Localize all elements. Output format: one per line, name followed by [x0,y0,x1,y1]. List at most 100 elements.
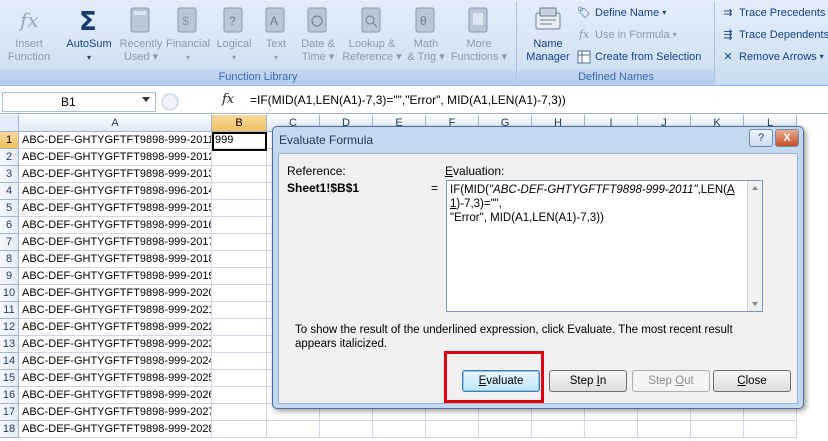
cell-a[interactable]: ABC-DEF-GHTYGFTFT9898-999-2023 [19,336,212,353]
insert-function-fx-button[interactable]: fx [222,92,234,107]
cell[interactable] [212,149,267,166]
trace-dependents-button[interactable]: ⇶ Trace Dependents [720,25,828,45]
cell-a[interactable]: ABC-DEF-GHTYGFTFT9898-999-2025 [19,370,212,387]
cell[interactable] [212,404,267,421]
row-header[interactable]: 1 [0,132,19,149]
cell-a[interactable]: ABC-DEF-GHTYGFTFT9898-999-2028 [19,421,212,438]
dialog-title: Evaluate Formula [279,133,374,147]
autosum-button[interactable]: Σ AutoSum ▾ [62,4,116,64]
create-from-selection-button[interactable]: Create from Selection [576,47,701,67]
cell[interactable] [532,421,585,438]
cell[interactable] [373,421,426,438]
cell-a[interactable]: ABC-DEF-GHTYGFTFT9898-999-2022 [19,319,212,336]
svg-text:fx: fx [18,8,39,32]
remove-arrows-button[interactable]: ✕ Remove Arrows ▾ [720,47,823,67]
cell[interactable] [212,183,267,200]
step-in-button[interactable]: Step In [549,370,627,392]
cell-a[interactable]: ABC-DEF-GHTYGFTFT9898-999-2027 [19,404,212,421]
cell[interactable] [320,421,373,438]
lookup-reference-button[interactable]: Lookup & Reference ▾ [340,4,404,64]
cell[interactable] [212,370,267,387]
row-header[interactable]: 2 [0,149,19,166]
cell-a[interactable]: ABC-DEF-GHTYGFTFT9898-999-2012 [19,149,212,166]
cell[interactable] [212,353,267,370]
cell[interactable] [426,421,479,438]
cell[interactable] [212,234,267,251]
column-header-b[interactable]: B [212,115,267,132]
row-header[interactable]: 13 [0,336,19,353]
cell[interactable] [212,217,267,234]
cell[interactable] [691,421,744,438]
cell-a[interactable]: ABC-DEF-GHTYGFTFT9898-999-2013 [19,166,212,183]
row-header[interactable]: 7 [0,234,19,251]
cell-a[interactable]: ABC-DEF-GHTYGFTFT9898-999-2011 [19,132,212,149]
cell-a[interactable]: ABC-DEF-GHTYGFTFT9898-999-2026 [19,387,212,404]
cell[interactable] [212,200,267,217]
select-all-corner[interactable] [0,115,19,132]
row-header[interactable]: 14 [0,353,19,370]
cell[interactable] [212,387,267,404]
more-functions-button[interactable]: More Functions ▾ [448,4,510,64]
cell[interactable] [267,421,320,438]
name-box-dropdown-icon[interactable] [142,97,150,102]
row-header[interactable]: 3 [0,166,19,183]
row-header[interactable]: 16 [0,387,19,404]
close-button[interactable]: Close [713,370,791,392]
financial-button[interactable]: $ Financial ▾ [164,4,212,64]
row-header[interactable]: 4 [0,183,19,200]
cell-a[interactable]: ABC-DEF-GHTYGFTFT9898-999-2017 [19,234,212,251]
row-header[interactable]: 15 [0,370,19,387]
cell-a[interactable]: ABC-DEF-GHTYGFTFT9898-999-2020 [19,285,212,302]
date-time-button[interactable]: Date & Time ▾ [296,4,340,64]
scroll-up-icon[interactable] [752,186,758,190]
name-manager-button[interactable]: Name Manager [522,4,574,64]
row-header[interactable]: 6 [0,217,19,234]
name-box[interactable]: B1 [2,92,156,112]
cell[interactable] [638,421,691,438]
cell-a[interactable]: ABC-DEF-GHTYGFTFT9898-999-2015 [19,200,212,217]
text-button[interactable]: A Text ▾ [256,4,296,64]
cell-a[interactable]: ABC-DEF-GHTYGFTFT9898-999-2021 [19,302,212,319]
cell-a[interactable]: ABC-DEF-GHTYGFTFT9898-996-2014 [19,183,212,200]
row-header[interactable]: 18 [0,421,19,438]
row-header[interactable]: 17 [0,404,19,421]
cell-a[interactable]: ABC-DEF-GHTYGFTFT9898-999-2019 [19,268,212,285]
cell[interactable] [212,251,267,268]
evaluation-box[interactable]: IF(MID("ABC-DEF-GHTYGFTFT9898-999-2011",… [446,180,763,312]
recently-used-button[interactable]: Recently Used ▾ [116,4,166,64]
cell[interactable] [212,285,267,302]
trace-precedents-button[interactable]: ⇉ Trace Precedents [720,3,825,23]
cell[interactable] [212,302,267,319]
cell[interactable] [212,421,267,438]
cell[interactable] [212,166,267,183]
use-in-formula-button[interactable]: fx Use in Formula ▾ [576,25,677,45]
define-name-button[interactable]: 🏷 Define Name ▾ [576,3,666,23]
cell[interactable] [744,421,797,438]
math-trig-button[interactable]: θ Math & Trig ▾ [404,4,448,64]
formula-input[interactable]: =IF(MID(A1,LEN(A1)-7,3)="","Error", MID(… [250,93,566,107]
row-header[interactable]: 12 [0,319,19,336]
column-header-a[interactable]: A [19,115,212,132]
help-button[interactable]: ? [749,129,773,147]
evaluation-scrollbar[interactable] [747,181,762,311]
cell[interactable] [212,268,267,285]
cell-a[interactable]: ABC-DEF-GHTYGFTFT9898-999-2018 [19,251,212,268]
cell[interactable] [212,336,267,353]
row-header[interactable]: 10 [0,285,19,302]
cell[interactable] [479,421,532,438]
cell-a[interactable]: ABC-DEF-GHTYGFTFT9898-999-2024 [19,353,212,370]
cell[interactable] [585,421,638,438]
cell-a[interactable]: ABC-DEF-GHTYGFTFT9898-999-2016 [19,217,212,234]
close-icon[interactable]: X [775,129,799,147]
scroll-down-icon[interactable] [752,302,758,306]
row-header[interactable]: 8 [0,251,19,268]
row-header[interactable]: 5 [0,200,19,217]
evaluate-highlight-box [444,351,544,403]
insert-function-button[interactable]: fx Insert Function [2,4,56,64]
row-header[interactable]: 11 [0,302,19,319]
math-trig-label: Math & Trig ▾ [407,38,445,63]
logical-button[interactable]: ? Logical ▾ [212,4,256,64]
step-out-button[interactable]: Step Out [632,370,710,392]
row-header[interactable]: 9 [0,268,19,285]
cell[interactable] [212,319,267,336]
